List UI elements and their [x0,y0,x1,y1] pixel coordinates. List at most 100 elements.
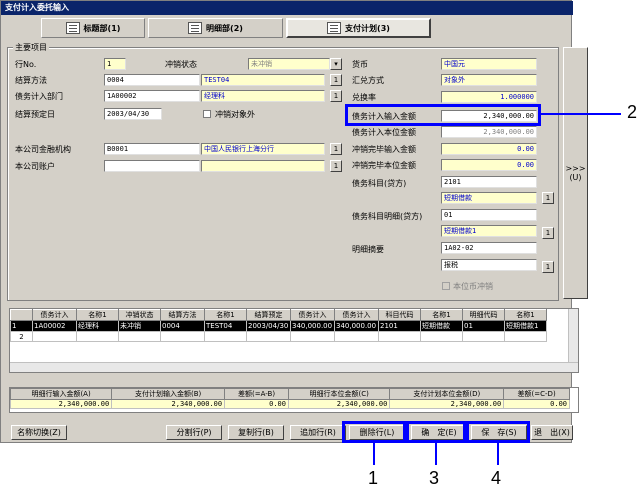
document-icon [65,22,80,34]
copy-row-button[interactable]: 复制行(B) [228,425,284,440]
expand-side-button[interactable]: >>> (U) [563,47,588,299]
account-code-field[interactable] [104,160,200,172]
grid-header[interactable]: 债务计入 [334,309,379,321]
callout-number-2: 2 [627,102,638,122]
summary-header: 明细行本位金额(C) [287,388,391,400]
table-cell: 未冲销 [118,320,161,332]
settle-date-label: 结算预定日 [15,110,55,119]
summary-value: 0.00 [503,399,570,409]
highlight-box-save [466,421,530,443]
grid-header[interactable]: 明细代码 [462,309,505,321]
offset-target-label: 冲销对象外 [215,110,255,119]
table-cell: 2101 [378,320,421,332]
grid-horizontal-scrollbar[interactable] [10,362,578,372]
grid-header[interactable]: 债务计入 [290,309,335,321]
split-row-button[interactable]: 分割行(P) [166,425,222,440]
exchange-label: 汇兑方式 [352,76,384,85]
offset-target-checkbox[interactable] [203,110,211,118]
summary-header: 支付计划输入金额(B) [111,388,226,400]
bank-code-field[interactable]: B0001 [104,143,200,155]
highlight-box-delete-row [342,421,406,443]
callout-number-3: 3 [429,468,440,488]
highlight-box-confirm [406,421,466,443]
summary-header: 明细行输入金额(A) [9,388,113,400]
account-lookup-button[interactable]: 1 [330,160,342,172]
currency-field: 中国元 [441,58,537,70]
dept-lookup-button[interactable]: 1 [330,90,342,102]
callout-line-1 [373,443,375,465]
grid-header[interactable]: 科目代码 [378,309,421,321]
status-select[interactable]: 未冲销 [248,58,330,70]
table-cell: TEST04 [204,320,247,332]
status-label: 冲销状态 [165,60,197,69]
summary-value: 2,340,000.00 [111,399,226,409]
table-row[interactable]: 2 [10,331,547,342]
highlight-box-debt-input [345,104,541,126]
grid-header[interactable]: 冲销状态 [118,309,161,321]
debt-detail-code-field[interactable]: 01 [441,209,537,221]
main-window: 支付计入委托输入 标题部(1) 明细部(2) 支付计划(3) 主要项目 行No.… [0,0,579,443]
name-switch-button[interactable]: 名称切换(Z) [11,425,67,440]
summary-value: 2,340,000.00 [389,399,505,409]
debt-subject-code-field[interactable]: 2101 [441,176,537,188]
table-cell: 340,000.00 [290,320,335,332]
group-title: 主要项目 [13,42,49,53]
summary-table: 明细行输入金额(A) 支付计划输入金额(B) 差额(=A-B) 明细行本位金额(… [9,387,579,413]
table-cell: 2003/04/30 [246,320,291,332]
table-cell: 1A00002 [32,320,77,332]
grid-header[interactable]: 名称1 [204,309,247,321]
dept-label: 债务计入部门 [15,92,63,101]
double-chevron-right-icon: >>> [565,164,586,173]
grid-header[interactable]: 债务计入 [32,309,77,321]
settle-method-lookup-button[interactable]: 1 [330,74,342,86]
local-offset-label: 本位币冲销 [453,282,493,291]
debt-detail-name-field: 短期借款1 [441,225,537,237]
summary-label: 明细摘要 [352,245,384,254]
dept-code-field[interactable]: 1A00002 [104,90,200,102]
grid-header[interactable]: 名称1 [420,309,463,321]
row-no-field[interactable]: 1 [104,58,126,70]
callout-line-2 [541,113,621,115]
chevron-down-icon[interactable]: ▾ [330,58,342,70]
debt-base-amount-field: 2,340,000.00 [441,126,537,138]
exit-button[interactable]: 退 出(X) [531,425,573,440]
debt-subject-lookup-button[interactable]: 1 [542,192,554,204]
grid-header[interactable] [10,309,33,321]
grid-header[interactable]: 结算预定 [246,309,291,321]
bank-name-field: 中国人民银行上海分行 [201,143,325,155]
rate-label: 兑换率 [352,93,376,102]
table-row[interactable]: 1 1A00002 经理科 未冲销 0004 TEST04 2003/04/30… [10,320,547,332]
tab-payment-plan[interactable]: 支付计划(3) [286,18,431,38]
tab-detail[interactable]: 明细部(2) [148,18,283,38]
tab-header[interactable]: 标题部(1) [41,18,145,38]
grid-header[interactable]: 结算方法 [160,309,205,321]
tab-header-label: 标题部(1) [83,23,121,33]
debt-subject-label: 债务科目(贷方) [352,179,407,188]
settle-date-field[interactable]: 2003/04/30 [104,108,162,120]
offset-base-amount-label: 冲销完毕本位金额 [352,161,416,170]
summary-value: 0.00 [224,399,289,409]
summary-name-field[interactable]: 报税 [441,259,537,271]
callout-number-1: 1 [368,468,379,488]
table-cell: 经理科 [76,320,119,332]
table-cell: 短期借款 [420,320,463,332]
callout-line-3 [435,443,437,465]
window-title: 支付计入委托输入 [1,1,573,15]
grid-header[interactable]: 名称1 [504,309,547,321]
grid-header[interactable]: 名称1 [76,309,119,321]
add-row-button[interactable]: 追加行(R) [290,425,346,440]
row-no-label: 行No. [15,60,37,69]
summary-lookup-button[interactable]: 1 [542,261,554,273]
bank-lookup-button[interactable]: 1 [330,143,342,155]
list-icon [188,22,203,34]
exchange-field: 对象外 [441,74,537,86]
callout-number-4: 4 [491,468,502,488]
detail-grid[interactable]: 债务计入 名称1 冲销状态 结算方法 名称1 结算预定 债务计入 债务计入 科目… [9,308,579,373]
debt-detail-lookup-button[interactable]: 1 [542,227,554,239]
summary-value: 2,340,000.00 [287,399,391,409]
summary-value: 2,340,000.00 [9,399,113,409]
summary-code-field[interactable]: 1A02-02 [441,242,537,254]
offset-input-amount-field: 0.00 [441,143,537,155]
table-cell: 短期借款1 [504,320,547,332]
settle-method-code-field[interactable]: 0004 [104,74,200,86]
